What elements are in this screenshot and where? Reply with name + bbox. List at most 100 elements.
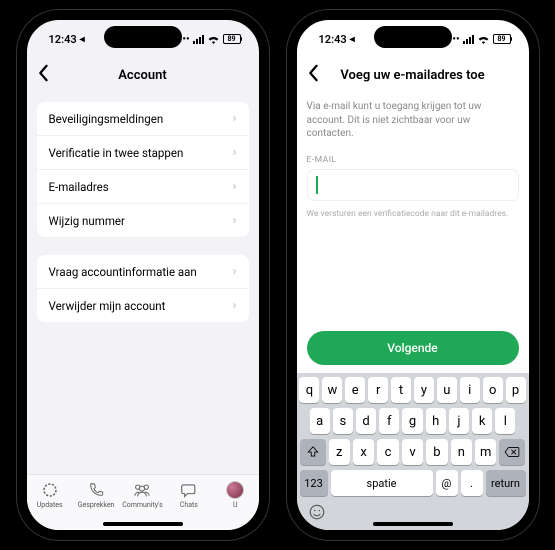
key-t[interactable]: t	[391, 377, 411, 403]
status-icons: •• 89	[182, 34, 240, 45]
key-k[interactable]: k	[472, 408, 492, 434]
keyboard-row-3: z x c v b n m	[300, 439, 526, 465]
nav-header: Account	[27, 58, 259, 92]
back-button[interactable]	[37, 64, 49, 87]
cellular-icon	[463, 34, 474, 44]
phone-add-email-screen: 12:43◂ •• 89 Voeg uw e-mailadres toe Via…	[287, 10, 539, 540]
key-h[interactable]: h	[426, 408, 446, 434]
keyboard: q w e r t y u i o p a s d f g h j k l	[297, 373, 529, 530]
tab-label: U	[233, 501, 238, 509]
key-v[interactable]: v	[402, 439, 423, 465]
tab-chats[interactable]: Chats	[167, 481, 211, 509]
updates-icon	[41, 481, 59, 499]
page-title: Account	[27, 68, 259, 83]
chevron-right-icon: ›	[233, 264, 237, 279]
row-change-number[interactable]: Wijzig nummer ›	[37, 204, 249, 237]
key-q[interactable]: q	[299, 377, 319, 403]
helper-text: We versturen een verificatiecode naar di…	[297, 201, 529, 227]
emoji-button[interactable]	[308, 503, 326, 525]
settings-group-2: Vraag accountinformatie aan › Verwijder …	[37, 255, 249, 322]
key-g[interactable]: g	[402, 408, 422, 434]
key-p[interactable]: p	[506, 377, 526, 403]
keyboard-row-2: a s d f g h j k l	[300, 408, 526, 434]
next-button[interactable]: Volgende	[307, 331, 519, 365]
chats-icon	[180, 481, 198, 499]
key-space[interactable]: spatie	[331, 470, 433, 496]
row-label: Verwijder mijn account	[49, 299, 166, 313]
key-z[interactable]: z	[329, 439, 350, 465]
key-l[interactable]: l	[495, 408, 515, 434]
key-e[interactable]: e	[345, 377, 365, 403]
tab-label: Chats	[180, 501, 198, 509]
key-i[interactable]: i	[460, 377, 480, 403]
chevron-right-icon: ›	[233, 145, 237, 160]
text-caret	[316, 176, 318, 194]
key-backspace[interactable]	[499, 439, 525, 465]
status-time: 12:43◂	[49, 33, 85, 46]
tab-you[interactable]: U	[213, 481, 257, 509]
page-title: Voeg uw e-mailadres toe	[297, 68, 529, 83]
row-two-step-verification[interactable]: Verificatie in twee stappen ›	[37, 136, 249, 170]
location-icon: ◂	[80, 34, 85, 45]
keyboard-row-4: 123 spatie @ . return	[300, 470, 526, 496]
key-f[interactable]: f	[379, 408, 399, 434]
battery-icon: 89	[223, 34, 241, 44]
wifi-icon	[477, 34, 490, 44]
settings-content: Beveiligingsmeldingen › Verificatie in t…	[27, 92, 259, 474]
key-o[interactable]: o	[483, 377, 503, 403]
back-button[interactable]	[307, 64, 319, 87]
key-n[interactable]: n	[451, 439, 472, 465]
tab-updates[interactable]: Updates	[28, 481, 72, 509]
home-indicator[interactable]	[373, 522, 453, 526]
row-label: E-mailadres	[49, 180, 109, 194]
tab-label: Updates	[37, 501, 63, 509]
signal-dots: ••	[182, 34, 189, 45]
chevron-right-icon: ›	[233, 298, 237, 313]
home-indicator[interactable]	[103, 522, 183, 526]
row-label: Wijzig nummer	[49, 214, 125, 228]
phone-account-screen: 12:43◂ •• 89 Account Beveiligingsmelding…	[17, 10, 269, 540]
row-label: Vraag accountinformatie aan	[49, 265, 197, 279]
signal-dots: ••	[452, 34, 459, 45]
row-delete-account[interactable]: Verwijder mijn account ›	[37, 289, 249, 322]
key-m[interactable]: m	[475, 439, 496, 465]
status-time: 12:43◂	[319, 33, 355, 46]
key-r[interactable]: r	[368, 377, 388, 403]
key-j[interactable]: j	[449, 408, 469, 434]
key-123[interactable]: 123	[300, 470, 328, 496]
row-label: Verificatie in twee stappen	[49, 146, 184, 160]
backspace-icon	[504, 446, 520, 458]
key-a[interactable]: a	[310, 408, 330, 434]
key-d[interactable]: d	[356, 408, 376, 434]
keyboard-row-1: q w e r t y u i o p	[300, 377, 526, 403]
location-icon: ◂	[350, 34, 355, 45]
shift-icon	[306, 445, 320, 459]
email-input[interactable]	[307, 169, 519, 201]
row-security-notifications[interactable]: Beveiligingsmeldingen ›	[37, 102, 249, 136]
key-dot[interactable]: .	[461, 470, 483, 496]
device-notch	[374, 26, 452, 48]
key-x[interactable]: x	[353, 439, 374, 465]
tab-label: Community's	[122, 501, 162, 509]
communities-icon	[132, 481, 152, 499]
intro-text: Via e-mail kunt u toegang krijgen tot uw…	[297, 92, 529, 155]
chevron-right-icon: ›	[233, 179, 237, 194]
key-w[interactable]: w	[322, 377, 342, 403]
tab-calls[interactable]: Gesprekken	[74, 481, 118, 509]
key-shift[interactable]	[300, 439, 326, 465]
row-request-account-info[interactable]: Vraag accountinformatie aan ›	[37, 255, 249, 289]
row-email[interactable]: E-mailadres ›	[37, 170, 249, 204]
key-return[interactable]: return	[486, 470, 526, 496]
row-label: Beveiligingsmeldingen	[49, 112, 164, 126]
tab-communities[interactable]: Community's	[120, 481, 164, 509]
key-u[interactable]: u	[437, 377, 457, 403]
key-y[interactable]: y	[414, 377, 434, 403]
key-c[interactable]: c	[377, 439, 398, 465]
key-s[interactable]: s	[333, 408, 353, 434]
settings-group-1: Beveiligingsmeldingen › Verificatie in t…	[37, 102, 249, 237]
key-b[interactable]: b	[426, 439, 447, 465]
cellular-icon	[193, 34, 204, 44]
email-field-label: E-MAIL	[297, 155, 529, 169]
nav-header: Voeg uw e-mailadres toe	[297, 58, 529, 92]
key-at[interactable]: @	[436, 470, 458, 496]
